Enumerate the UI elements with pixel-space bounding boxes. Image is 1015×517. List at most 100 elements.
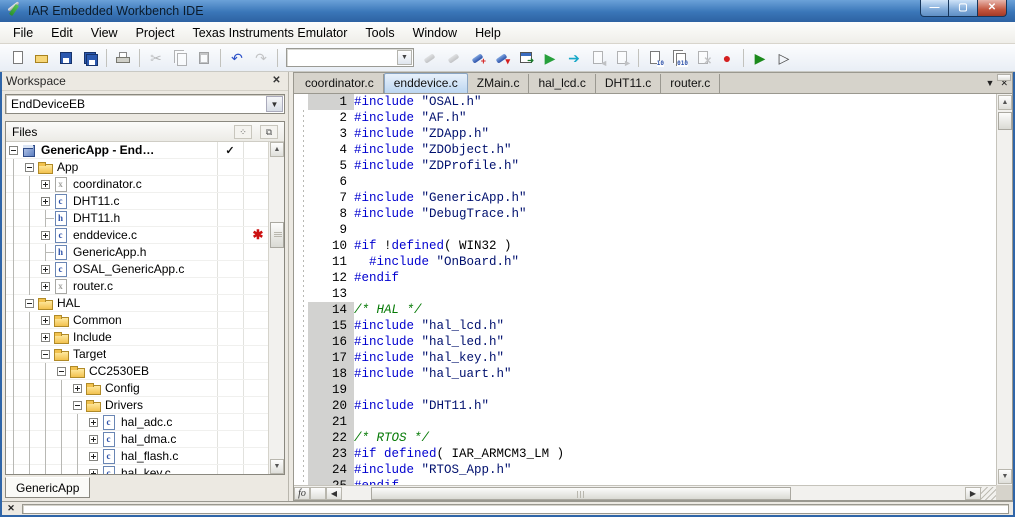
code-line-3[interactable]: 3#include "ZDApp.h" [294, 126, 996, 142]
close-button[interactable]: ✕ [978, 0, 1007, 17]
files-column-header[interactable]: Files ⁘ ⧉ [6, 122, 284, 142]
resize-grip[interactable] [981, 487, 996, 500]
scroll-down-arrow[interactable]: ▼ [998, 469, 1012, 484]
tree-row-hal-key-c[interactable]: chal_key.c [6, 465, 268, 474]
editor-tab-enddevice-c[interactable]: enddevice.c [384, 73, 468, 93]
paste-button[interactable] [192, 47, 216, 69]
code-line-4[interactable]: 4#include "ZDObject.h" [294, 142, 996, 158]
code-status-column-icon[interactable]: ⁘ [234, 125, 252, 139]
tree-row-enddevice-c[interactable]: cenddevice.c✱ [6, 227, 268, 244]
toggle-breakpoint-button[interactable]: ● [715, 47, 739, 69]
code-line-10[interactable]: 10#if !defined( WIN32 ) [294, 238, 996, 254]
code-line-14[interactable]: 14/* HAL */ [294, 302, 996, 318]
scroll-left-arrow[interactable]: ◀ [326, 487, 342, 500]
code-area[interactable]: 1#include "OSAL.h"2#include "AF.h"3#incl… [294, 94, 996, 485]
next-bookmark-button[interactable]: ➔ [562, 47, 586, 69]
expand-icon[interactable] [41, 316, 50, 325]
code-line-16[interactable]: 16#include "hal_led.h" [294, 334, 996, 350]
navigate-back-button[interactable]: ◄ [586, 47, 610, 69]
tree-row-hal[interactable]: HAL [6, 295, 268, 312]
save-all-button[interactable] [78, 47, 102, 69]
tree-row-hal-flash-c[interactable]: chal_flash.c [6, 448, 268, 465]
minimize-button[interactable]: — [920, 0, 949, 17]
collapse-icon[interactable] [57, 367, 66, 376]
expand-icon[interactable] [41, 282, 50, 291]
expand-icon[interactable] [41, 197, 50, 206]
tree-row-app[interactable]: App [6, 159, 268, 176]
tree-row-osal-genericapp-c[interactable]: cOSAL_GenericApp.c [6, 261, 268, 278]
code-line-7[interactable]: 7#include "GenericApp.h" [294, 190, 996, 206]
scroll-thumb[interactable] [270, 222, 284, 248]
code-line-9[interactable]: 9 [294, 222, 996, 238]
collapse-icon[interactable] [25, 163, 34, 172]
expand-icon[interactable] [89, 469, 98, 475]
code-line-12[interactable]: 12#endif [294, 270, 996, 286]
find-button[interactable]: + [466, 47, 490, 69]
code-line-20[interactable]: 20#include "DHT11.h" [294, 398, 996, 414]
tree-row-coordinator-c[interactable]: xcoordinator.c [6, 176, 268, 193]
code-line-17[interactable]: 17#include "hal_key.h" [294, 350, 996, 366]
tab-list-dropdown-icon[interactable]: ▼ [986, 76, 995, 90]
menu-item-file[interactable]: File [4, 24, 42, 42]
code-line-23[interactable]: 23#if defined( IAR_ARMCM3_LM ) [294, 446, 996, 462]
code-line-11[interactable]: 11 #include "OnBoard.h" [294, 254, 996, 270]
code-line-25[interactable]: 25#endif [294, 478, 996, 485]
hscroll-track[interactable] [343, 487, 964, 500]
title-bar[interactable]: IAR Embedded Workbench IDE — ▢ ✕ [0, 0, 1015, 22]
collapse-icon[interactable] [9, 146, 18, 155]
editor-tab-dht11-c[interactable]: DHT11.c [596, 74, 661, 93]
compile-button[interactable]: 10 [643, 47, 667, 69]
tree-row-dht11-h[interactable]: hDHT11.h [6, 210, 268, 227]
expand-icon[interactable] [41, 231, 50, 240]
code-line-6[interactable]: 6 [294, 174, 996, 190]
collapse-icon[interactable] [25, 299, 34, 308]
expand-icon[interactable] [41, 180, 50, 189]
collapse-icon[interactable] [73, 401, 82, 410]
scroll-right-arrow[interactable]: ▶ [965, 487, 981, 500]
code-line-2[interactable]: 2#include "AF.h" [294, 110, 996, 126]
menu-item-project[interactable]: Project [127, 24, 184, 42]
replace-button[interactable]: ▾ [490, 47, 514, 69]
tree-row-genericapp-h[interactable]: hGenericApp.h [6, 244, 268, 261]
cut-button[interactable]: ✂ [144, 47, 168, 69]
messages-close-icon[interactable]: ✕ [4, 503, 18, 515]
tree-row-include[interactable]: Include [6, 329, 268, 346]
goto-button[interactable]: ➜ [514, 47, 538, 69]
code-line-5[interactable]: 5#include "ZDProfile.h" [294, 158, 996, 174]
tree-row-router-c[interactable]: xrouter.c [6, 278, 268, 295]
expand-icon[interactable] [41, 265, 50, 274]
editor-tab-zmain-c[interactable]: ZMain.c [468, 74, 530, 93]
find-combobox[interactable]: ▼ [286, 48, 414, 67]
menu-item-texas-instruments-emulator[interactable]: Texas Instruments Emulator [183, 24, 356, 42]
tree-row-common[interactable]: Common [6, 312, 268, 329]
tree-row-dht11-c[interactable]: cDHT11.c [6, 193, 268, 210]
new-file-button[interactable] [6, 47, 30, 69]
code-line-18[interactable]: 18#include "hal_uart.h" [294, 366, 996, 382]
redo-button[interactable]: ↷ [249, 47, 273, 69]
print-button[interactable] [111, 47, 135, 69]
code-line-8[interactable]: 8#include "DebugTrace.h" [294, 206, 996, 222]
code-line-15[interactable]: 15#include "hal_lcd.h" [294, 318, 996, 334]
editor-tab-hal-lcd-c[interactable]: hal_lcd.c [529, 74, 595, 93]
workspace-title-bar[interactable]: Workspace ✕ [2, 72, 288, 91]
collapse-icon[interactable] [41, 350, 50, 359]
expand-icon[interactable] [89, 418, 98, 427]
code-line-21[interactable]: 21 [294, 414, 996, 430]
workspace-close-icon[interactable]: ✕ [269, 74, 284, 88]
scroll-down-arrow[interactable]: ▼ [270, 459, 284, 474]
menu-item-help[interactable]: Help [466, 24, 510, 42]
tree-row-hal-dma-c[interactable]: chal_dma.c [6, 431, 268, 448]
expand-icon[interactable] [73, 384, 82, 393]
workspace-vertical-scrollbar[interactable]: ▲ ▼ [268, 142, 284, 474]
build-status-column-icon[interactable]: ⧉ [260, 125, 278, 139]
copy-button[interactable] [168, 47, 192, 69]
tree-row-hal-adc-c[interactable]: chal_adc.c [6, 414, 268, 431]
editor-tab-router-c[interactable]: router.c [661, 74, 720, 93]
download-and-debug-button[interactable]: ▶ [748, 47, 772, 69]
menu-item-view[interactable]: View [82, 24, 127, 42]
editor-vertical-scrollbar[interactable]: ▲ ▼ [996, 94, 1012, 485]
code-line-1[interactable]: 1#include "OSAL.h" [294, 94, 996, 110]
menu-item-window[interactable]: Window [404, 24, 466, 42]
save-button[interactable] [54, 47, 78, 69]
tree-row-config[interactable]: Config [6, 380, 268, 397]
